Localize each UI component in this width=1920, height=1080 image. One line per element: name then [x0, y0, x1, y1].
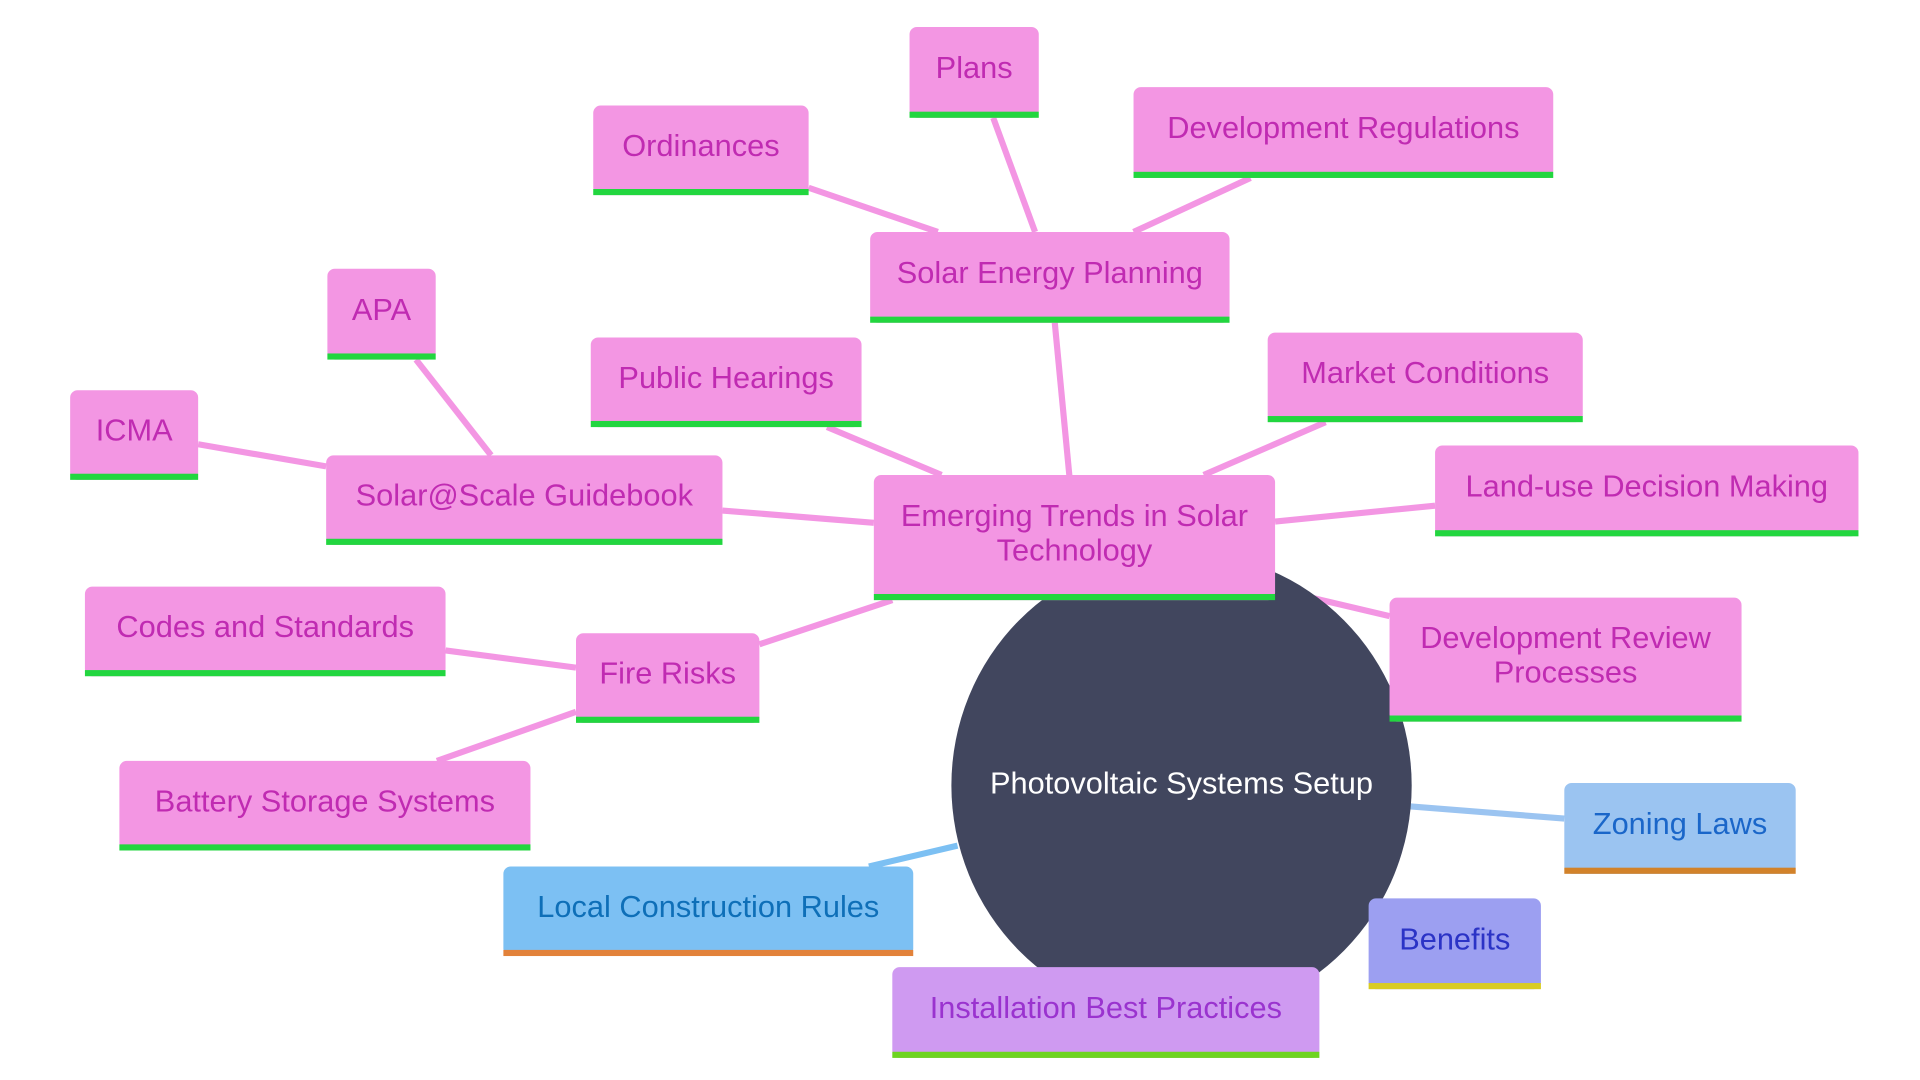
node-emerging[interactable]: Emerging Trends in SolarTechnology	[873, 474, 1276, 601]
node-battery[interactable]: Battery Storage Systems	[119, 760, 531, 851]
node-zoning[interactable]: Zoning Laws	[1564, 783, 1796, 874]
node-fire[interactable]: Fire Risks	[576, 633, 760, 723]
node-label: Ordinances	[622, 128, 779, 163]
node-codes[interactable]: Codes and Standards	[84, 586, 446, 677]
node-label: Codes and Standards	[116, 609, 414, 644]
node-underline	[503, 949, 914, 957]
node-icma[interactable]: ICMA	[70, 390, 199, 480]
edge-guidebook-to-icma	[197, 441, 327, 470]
node-label: Plans	[936, 50, 1013, 85]
node-label: Benefits	[1399, 921, 1510, 956]
node-land-use[interactable]: Land-use Decision Making	[1435, 445, 1859, 537]
node-apa[interactable]: APA	[327, 268, 436, 360]
node-label: Development Review	[1420, 620, 1711, 655]
mindmap-canvas: Photovoltaic Systems Setup Emerging Tren…	[0, 0, 1920, 1080]
node-underline	[1389, 715, 1742, 722]
edge-emerging-to-fire	[758, 597, 894, 648]
node-label: Technology	[997, 532, 1153, 567]
node-dev-regs[interactable]: Development Regulations	[1133, 87, 1554, 178]
node-dev-review[interactable]: Development ReviewProcesses	[1389, 597, 1742, 722]
node-plans[interactable]: Plans	[909, 27, 1039, 118]
root-node-label: Photovoltaic Systems Setup	[990, 766, 1373, 801]
node-underline	[1564, 867, 1796, 874]
node-label: Installation Best Practices	[930, 990, 1282, 1025]
nodes-layer: Emerging Trends in SolarTechnology Solar …	[70, 27, 1859, 1058]
node-label: Solar Energy Planning	[897, 255, 1203, 290]
node-label: Land-use Decision Making	[1466, 469, 1829, 504]
node-underline	[326, 538, 723, 545]
edge-emerging-to-solar-planning	[1051, 322, 1073, 478]
node-underline	[327, 353, 436, 360]
root-layer: Photovoltaic Systems Setup	[951, 552, 1412, 1019]
edge-solar-planning-to-plans	[990, 116, 1038, 234]
node-market[interactable]: Market Conditions	[1267, 332, 1583, 423]
node-benefits[interactable]: Benefits	[1368, 898, 1541, 990]
node-underline	[1368, 983, 1541, 990]
node-label: Battery Storage Systems	[155, 783, 495, 818]
node-label: Local Construction Rules	[537, 889, 879, 924]
node-underline	[892, 1051, 1320, 1058]
node-install[interactable]: Installation Best Practices	[892, 967, 1320, 1058]
edge-fire-to-battery	[435, 708, 578, 764]
edge-root-to-local-rules	[868, 842, 959, 870]
node-underline	[70, 473, 199, 480]
node-label: Zoning Laws	[1593, 806, 1767, 841]
edge-solar-planning-to-dev-regs	[1132, 175, 1252, 235]
node-underline	[870, 316, 1230, 323]
node-guidebook[interactable]: Solar@Scale Guidebook	[326, 455, 723, 545]
node-underline	[593, 189, 809, 196]
node-label: Development Regulations	[1167, 110, 1519, 145]
node-solar-planning[interactable]: Solar Energy Planning	[870, 231, 1230, 323]
edge-emerging-to-land-use	[1274, 502, 1436, 525]
node-local-rules[interactable]: Local Construction Rules	[503, 866, 914, 957]
node-underline	[119, 844, 531, 851]
node-label: ICMA	[96, 413, 173, 448]
mindmap-svg: Photovoltaic Systems Setup Emerging Tren…	[70, 27, 1859, 1058]
node-label: Solar@Scale Guidebook	[356, 478, 694, 513]
node-label: Market Conditions	[1301, 355, 1549, 390]
node-ordinances[interactable]: Ordinances	[593, 105, 809, 196]
edge-root-to-zoning	[1408, 803, 1565, 822]
edge-emerging-to-market	[1202, 419, 1327, 478]
node-underline	[909, 111, 1039, 118]
node-label: Processes	[1494, 655, 1638, 690]
node-label: APA	[352, 292, 412, 327]
edge-emerging-to-public-hearings	[825, 424, 943, 478]
edge-solar-planning-to-ordinances	[807, 184, 939, 235]
node-underline	[1133, 171, 1554, 178]
node-underline	[873, 594, 1276, 601]
node-label: Emerging Trends in Solar	[901, 498, 1248, 533]
edge-emerging-to-guidebook	[722, 507, 875, 526]
node-underline	[84, 670, 446, 677]
node-public-hearings[interactable]: Public Hearings	[590, 337, 862, 428]
node-label: Fire Risks	[599, 656, 736, 691]
edge-fire-to-codes	[445, 647, 577, 671]
node-underline	[1435, 530, 1859, 537]
node-underline	[590, 420, 862, 428]
node-underline	[576, 716, 760, 723]
node-underline	[1267, 416, 1583, 423]
node-label: Public Hearings	[618, 360, 833, 395]
edge-guidebook-to-apa	[413, 357, 494, 458]
